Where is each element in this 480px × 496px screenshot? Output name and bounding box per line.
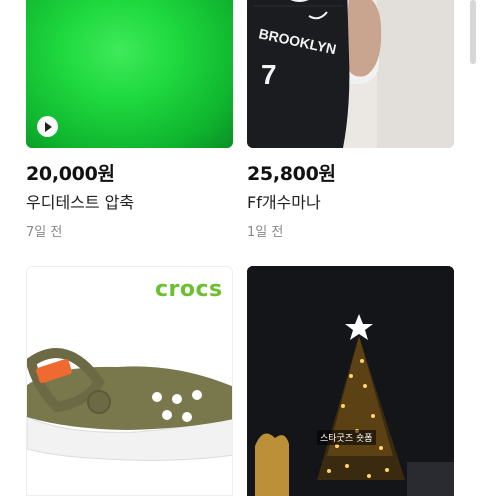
product-card[interactable]: 20,000원 우디테스트 압축 7일 전 (26, 0, 233, 240)
product-thumbnail[interactable]: BROOKLYN 7 (247, 0, 454, 148)
posted-time: 1일 전 (247, 225, 284, 240)
svg-text:7: 7 (261, 59, 277, 90)
product-thumbnail[interactable]: crocs (26, 266, 233, 496)
jersey-photo: BROOKLYN 7 (247, 0, 454, 148)
product-card[interactable]: crocs (26, 266, 233, 496)
product-title: Ff개수마나 (247, 193, 321, 212)
play-icon[interactable] (37, 116, 58, 137)
image-caption: 스타굿즈 숏폼 (317, 430, 376, 445)
product-title: 우디테스트 압축 (26, 193, 135, 212)
product-thumbnail[interactable]: 스타굿즈 숏폼 (247, 266, 454, 496)
product-price: 25,800원 (247, 163, 336, 185)
product-card[interactable]: BROOKLYN 7 25,800원 Ff개수마나 1일 전 (247, 0, 454, 240)
posted-time: 7일 전 (26, 225, 63, 240)
christmas-tree-photo (247, 266, 454, 496)
product-price: 20,000원 (26, 163, 115, 185)
scrollbar[interactable] (470, 0, 476, 64)
product-thumbnail[interactable] (26, 0, 233, 148)
product-card[interactable]: 스타굿즈 숏폼 (247, 266, 454, 496)
clog-photo (27, 348, 232, 461)
